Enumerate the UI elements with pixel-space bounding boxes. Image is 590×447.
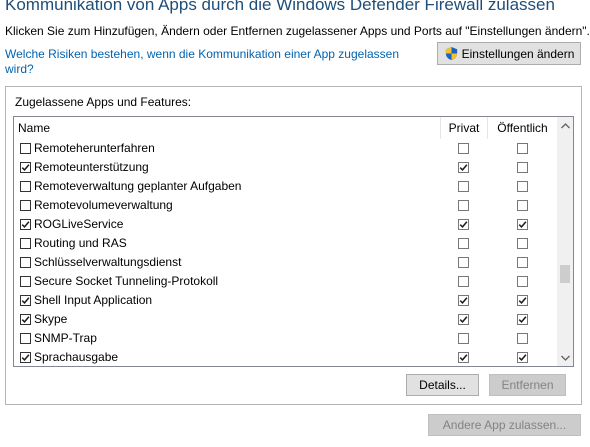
public-network-checkbox[interactable]: [517, 257, 528, 268]
checkmark-icon: [459, 297, 468, 305]
app-name-label: Remoteunterstützung: [34, 160, 149, 174]
checkmark-icon: [21, 164, 30, 172]
list-item[interactable]: Remoteherunterfahren: [14, 139, 557, 158]
list-item[interactable]: Schlüsselverwaltungsdienst: [14, 253, 557, 272]
app-enabled-checkbox[interactable]: [20, 238, 31, 249]
checkmark-icon: [459, 354, 468, 362]
public-network-checkbox[interactable]: [517, 295, 528, 306]
app-enabled-checkbox[interactable]: [20, 181, 31, 192]
app-name-label: ROGLiveService: [34, 217, 124, 231]
app-name-label: Secure Socket Tunneling-Protokoll: [34, 274, 219, 288]
public-network-checkbox[interactable]: [517, 181, 528, 192]
app-name-label: Skype: [34, 312, 68, 326]
private-network-checkbox[interactable]: [458, 314, 469, 325]
app-enabled-checkbox[interactable]: [20, 314, 31, 325]
private-network-checkbox[interactable]: [458, 238, 469, 249]
app-name-label: Routing und RAS: [34, 236, 127, 250]
remove-button[interactable]: Entfernen: [489, 374, 566, 396]
public-network-checkbox[interactable]: [517, 314, 528, 325]
list-item[interactable]: Secure Socket Tunneling-Protokoll: [14, 272, 557, 291]
private-network-checkbox[interactable]: [458, 200, 469, 211]
app-name-label: Shell Input Application: [34, 293, 153, 307]
column-header-public[interactable]: Öffentlich: [488, 117, 557, 139]
app-enabled-checkbox[interactable]: [20, 143, 31, 154]
vertical-scrollbar[interactable]: [557, 117, 573, 366]
column-header-private[interactable]: Privat: [441, 117, 488, 139]
checkmark-icon: [21, 221, 30, 229]
app-enabled-checkbox[interactable]: [20, 219, 31, 230]
checkmark-icon: [518, 316, 527, 324]
app-name-label: Sprachausgabe: [34, 350, 119, 364]
app-name-label: Remotevolumeverwaltung: [34, 198, 173, 212]
private-network-checkbox[interactable]: [458, 276, 469, 287]
private-network-checkbox[interactable]: [458, 295, 469, 306]
checkmark-icon: [518, 354, 527, 362]
public-network-checkbox[interactable]: [517, 238, 528, 249]
scroll-up-arrow-icon[interactable]: [557, 117, 573, 134]
checkmark-icon: [459, 221, 468, 229]
app-name-label: Remoteherunterfahren: [34, 141, 155, 155]
private-network-checkbox[interactable]: [458, 162, 469, 173]
allowed-apps-label: Zugelassene Apps und Features:: [15, 95, 192, 109]
public-network-checkbox[interactable]: [517, 162, 528, 173]
app-enabled-checkbox[interactable]: [20, 295, 31, 306]
checkmark-icon: [21, 297, 30, 305]
public-network-checkbox[interactable]: [517, 352, 528, 363]
private-network-checkbox[interactable]: [458, 181, 469, 192]
app-enabled-checkbox[interactable]: [20, 257, 31, 268]
allowed-apps-list: Name Privat Öffentlich Remoteherunterfah…: [13, 116, 574, 367]
public-network-checkbox[interactable]: [517, 200, 528, 211]
scrollbar-thumb[interactable]: [560, 265, 570, 283]
list-item[interactable]: Sprachausgabe: [14, 348, 557, 366]
checkmark-icon: [459, 164, 468, 172]
private-network-checkbox[interactable]: [458, 333, 469, 344]
list-item[interactable]: ROGLiveService: [14, 215, 557, 234]
list-item[interactable]: Shell Input Application: [14, 291, 557, 310]
checkmark-icon: [21, 316, 30, 324]
private-network-checkbox[interactable]: [458, 257, 469, 268]
app-name-label: Remoteverwaltung geplanter Aufgaben: [34, 179, 242, 193]
list-item[interactable]: SNMP-Trap: [14, 329, 557, 348]
app-enabled-checkbox[interactable]: [20, 276, 31, 287]
checkmark-icon: [21, 354, 30, 362]
public-network-checkbox[interactable]: [517, 276, 528, 287]
app-enabled-checkbox[interactable]: [20, 200, 31, 211]
app-enabled-checkbox[interactable]: [20, 162, 31, 173]
allowed-apps-panel: Zugelassene Apps und Features: Name Priv…: [5, 86, 582, 405]
checkmark-icon: [518, 297, 527, 305]
change-settings-button[interactable]: Einstellungen ändern: [437, 42, 581, 65]
public-network-checkbox[interactable]: [517, 219, 528, 230]
page-title: Kommunikation von Apps durch die Windows…: [5, 0, 555, 14]
list-header: Name Privat Öffentlich: [14, 117, 557, 139]
uac-shield-icon: [445, 46, 457, 61]
checkmark-icon: [518, 221, 527, 229]
checkmark-icon: [459, 316, 468, 324]
risk-info-link[interactable]: Welche Risiken bestehen, wenn die Kommun…: [5, 47, 425, 77]
app-enabled-checkbox[interactable]: [20, 352, 31, 363]
private-network-checkbox[interactable]: [458, 143, 469, 154]
app-enabled-checkbox[interactable]: [20, 333, 31, 344]
public-network-checkbox[interactable]: [517, 143, 528, 154]
list-item[interactable]: Routing und RAS: [14, 234, 557, 253]
app-name-label: SNMP-Trap: [34, 331, 97, 345]
list-item[interactable]: Remotevolumeverwaltung: [14, 196, 557, 215]
details-button[interactable]: Details...: [406, 374, 479, 396]
scroll-down-arrow-icon[interactable]: [557, 349, 573, 366]
change-settings-label: Einstellungen ändern: [461, 46, 575, 61]
list-item[interactable]: Skype: [14, 310, 557, 329]
list-rows: Remoteherunterfahren Remoteunterstützung R…: [14, 139, 557, 366]
private-network-checkbox[interactable]: [458, 219, 469, 230]
app-name-label: Schlüsselverwaltungsdienst: [34, 255, 182, 269]
list-item[interactable]: Remoteunterstützung: [14, 158, 557, 177]
list-item[interactable]: Remoteverwaltung geplanter Aufgaben: [14, 177, 557, 196]
public-network-checkbox[interactable]: [517, 333, 528, 344]
private-network-checkbox[interactable]: [458, 352, 469, 363]
page-subtitle: Klicken Sie zum Hinzufügen, Ändern oder …: [5, 24, 590, 38]
column-header-name[interactable]: Name: [14, 117, 441, 139]
allow-other-app-button[interactable]: Andere App zulassen...: [428, 414, 581, 436]
